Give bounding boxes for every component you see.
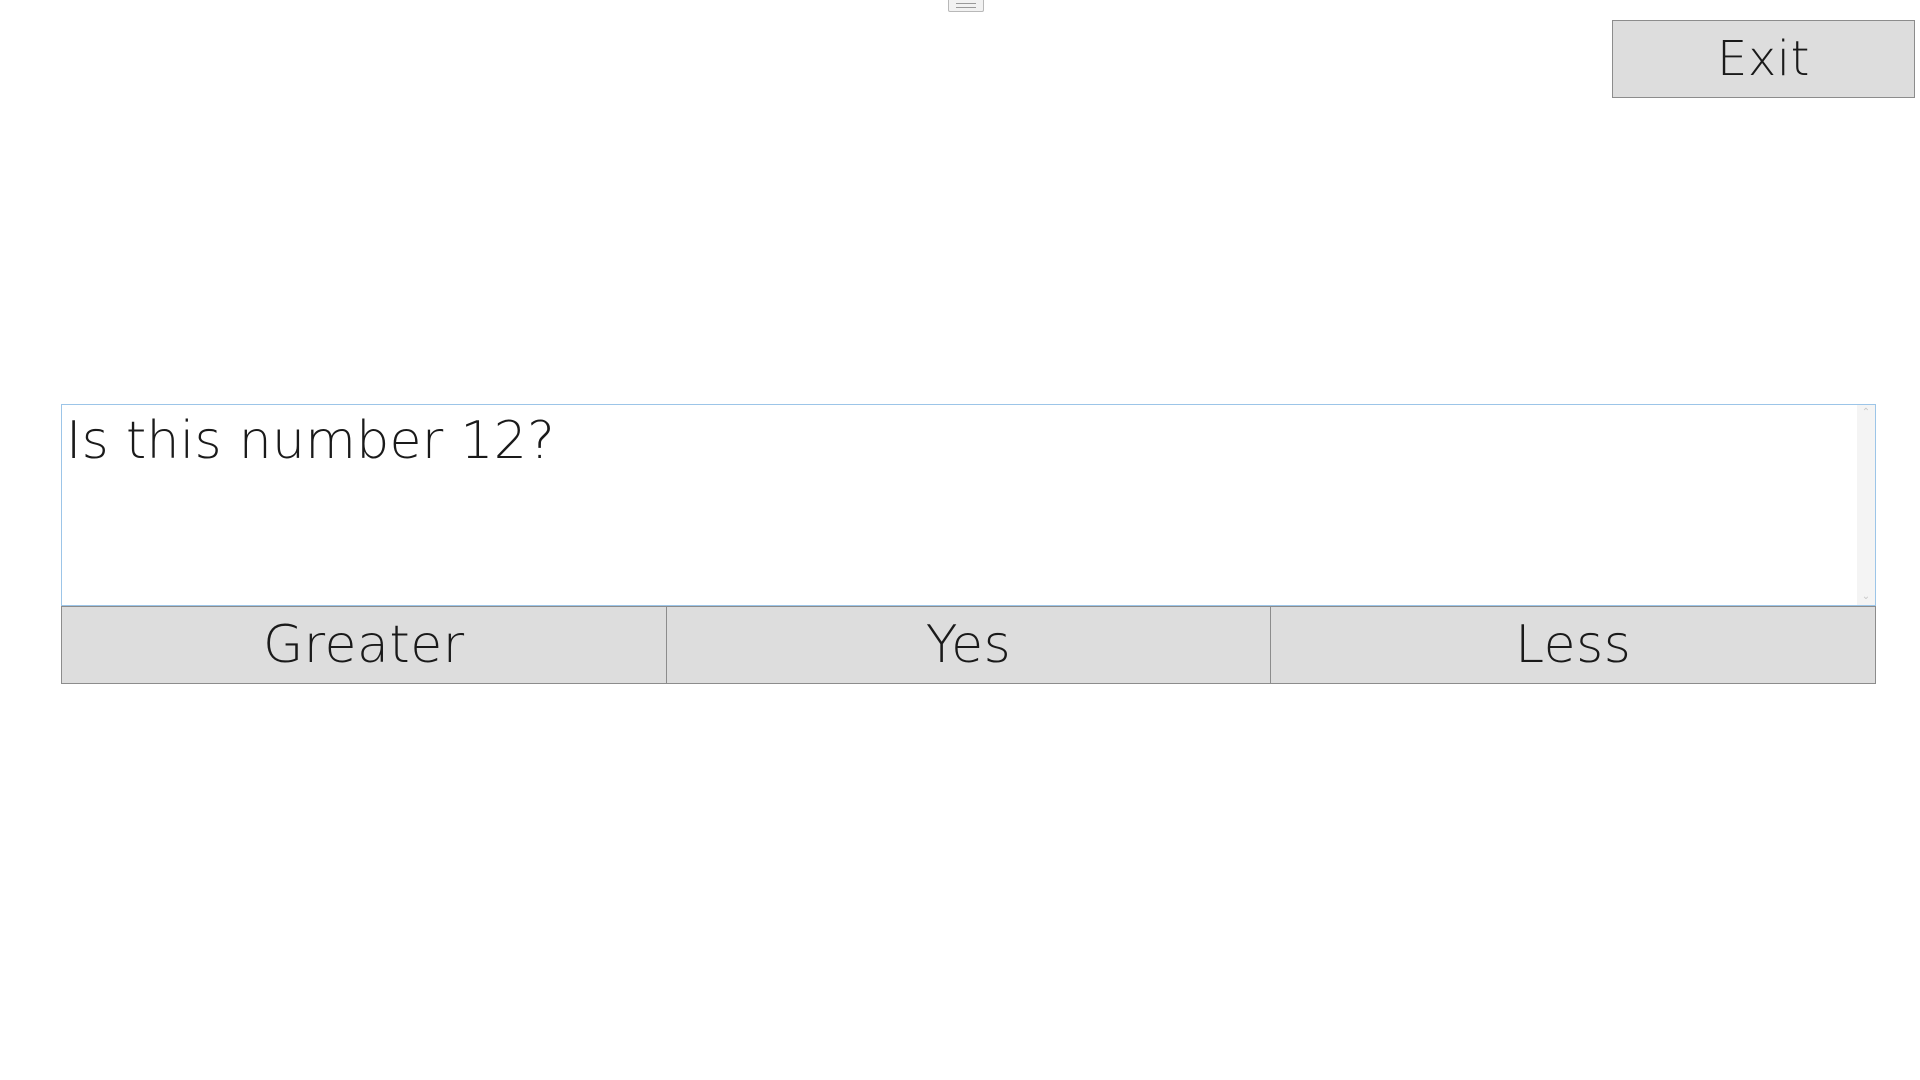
answer-button-row: Greater Yes Less — [61, 606, 1877, 684]
chevron-down-icon[interactable]: ⌄ — [1857, 591, 1875, 603]
exit-button[interactable]: Exit — [1612, 20, 1915, 98]
app-window: Exit Is this number 12? ⌃ ⌄ Greater Yes … — [0, 0, 1920, 1080]
drag-handle-icon[interactable] — [948, 0, 984, 12]
question-text: Is this number 12? — [66, 411, 556, 471]
chevron-up-icon[interactable]: ⌃ — [1857, 407, 1875, 419]
question-textbox[interactable]: Is this number 12? ⌃ ⌄ — [61, 404, 1876, 606]
grip-lines — [956, 3, 976, 8]
greater-button[interactable]: Greater — [61, 606, 667, 684]
vertical-scrollbar[interactable]: ⌃ ⌄ — [1857, 405, 1875, 605]
less-button[interactable]: Less — [1271, 606, 1877, 684]
yes-button[interactable]: Yes — [666, 606, 1272, 684]
